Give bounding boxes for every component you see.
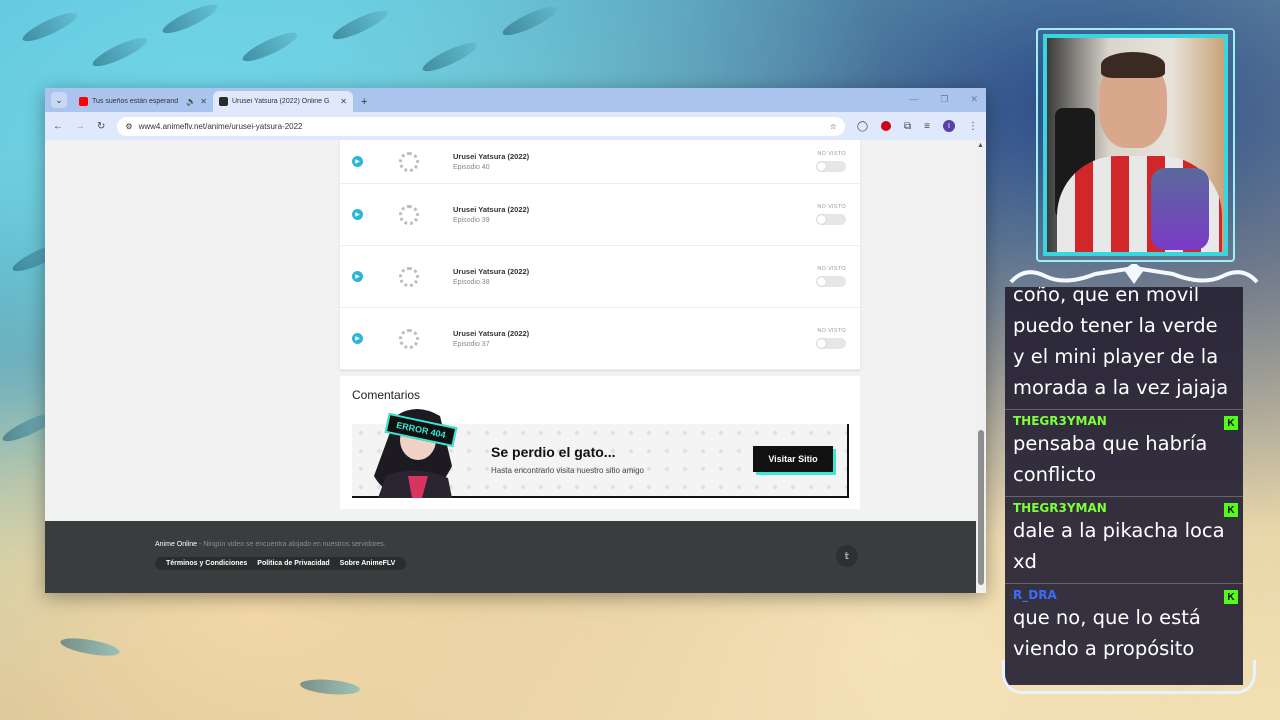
tab-close-icon[interactable]: ✕ bbox=[200, 97, 207, 106]
episode-row[interactable]: ▶ Urusei Yatsura (2022) Episodio 39 NO V… bbox=[340, 184, 860, 246]
episode-row[interactable]: ▶ Urusei Yatsura (2022) Episodio 38 NO V… bbox=[340, 246, 860, 308]
comments-heading: Comentarios bbox=[352, 388, 421, 402]
site-footer: Anime Online - Ningún video se encuentra… bbox=[45, 521, 976, 593]
stream-chat: coño, que en movil puedo tener la verde … bbox=[1005, 287, 1243, 685]
chat-message: coño, que en movil puedo tener la verde … bbox=[1005, 287, 1243, 409]
footer-notice: Anime Online - Ningún video se encuentra… bbox=[155, 541, 386, 548]
episode-number[interactable]: Episodio 39 bbox=[453, 217, 816, 224]
watch-status-label: NO VISTO bbox=[817, 266, 846, 272]
chat-username: THEGR3YMAN bbox=[1013, 501, 1107, 515]
episode-series-title[interactable]: Urusei Yatsura (2022) bbox=[453, 205, 816, 214]
maximize-icon[interactable]: ❐ bbox=[940, 94, 948, 105]
media-control-icon[interactable]: ≡ bbox=[924, 121, 930, 132]
episode-series-title[interactable]: Urusei Yatsura (2022) bbox=[453, 267, 816, 276]
loading-spinner-icon bbox=[399, 266, 419, 287]
scrollbar-thumb[interactable] bbox=[978, 430, 984, 585]
kick-badge-icon: K bbox=[1224, 590, 1238, 604]
watched-toggle[interactable] bbox=[816, 276, 846, 287]
extension-icons: ◯ ⧉ ≡ I ⋮ bbox=[857, 120, 978, 132]
chat-message-text: pensaba que habría conflicto bbox=[1013, 432, 1208, 486]
page-viewport: ▶ Urusei Yatsura (2022) Episodio 40 NO V… bbox=[45, 140, 976, 593]
close-window-icon[interactable]: ✕ bbox=[970, 94, 978, 105]
episode-number[interactable]: Episodio 37 bbox=[453, 341, 816, 348]
address-bar[interactable]: ⚙ www4.animeflv.net/anime/urusei-yatsura… bbox=[117, 116, 845, 136]
episode-number[interactable]: Episodio 40 bbox=[453, 164, 816, 171]
scroll-up-arrow-icon[interactable]: ▲ bbox=[977, 142, 984, 149]
kick-badge-icon: K bbox=[1224, 416, 1238, 430]
tab-youtube[interactable]: Tus sueños están esperand 🔊 ✕ bbox=[73, 91, 213, 112]
footer-links: Términos y Condiciones Política de Priva… bbox=[155, 557, 407, 570]
watched-toggle[interactable] bbox=[816, 214, 846, 225]
window-controls: — ❐ ✕ bbox=[909, 94, 978, 105]
tab-close-icon[interactable]: ✕ bbox=[340, 97, 347, 106]
url-text: www4.animeflv.net/anime/urusei-yatsura-2… bbox=[138, 121, 303, 131]
page-scrollbar[interactable]: ▲ bbox=[976, 140, 986, 593]
footer-brand[interactable]: Anime Online bbox=[155, 541, 197, 548]
chat-username: R_DRA bbox=[1013, 588, 1057, 602]
animeflv-favicon-icon bbox=[219, 97, 228, 106]
tab-title: Tus sueños están esperand bbox=[92, 98, 179, 105]
episode-row[interactable]: ▶ Urusei Yatsura (2022) Episodio 37 NO V… bbox=[340, 308, 860, 370]
play-icon[interactable]: ▶ bbox=[352, 156, 363, 167]
error-404-banner[interactable]: ERROR 404 Se perdio el gato... Hasta enc… bbox=[352, 409, 849, 498]
adblock-extension-icon[interactable] bbox=[881, 121, 892, 131]
watched-toggle[interactable] bbox=[816, 161, 846, 172]
watched-toggle[interactable] bbox=[816, 338, 846, 349]
browser-window: ⌄ Tus sueños están esperand 🔊 ✕ Urusei Y… bbox=[45, 88, 986, 593]
episode-list: ▶ Urusei Yatsura (2022) Episodio 40 NO V… bbox=[340, 140, 860, 370]
watch-status-label: NO VISTO bbox=[817, 328, 846, 334]
footer-disclaimer: - Ningún video se encuentra alojado en n… bbox=[197, 541, 386, 548]
episode-series-title[interactable]: Urusei Yatsura (2022) bbox=[453, 152, 816, 161]
webcam-feed bbox=[1043, 34, 1228, 256]
speaker-icon[interactable]: 🔊 bbox=[186, 97, 196, 106]
episode-series-title[interactable]: Urusei Yatsura (2022) bbox=[453, 329, 816, 338]
tab-animeflv[interactable]: Urusei Yatsura (2022) Online G ✕ bbox=[213, 91, 353, 112]
footer-link-about[interactable]: Sobre AnimeFLV bbox=[335, 560, 401, 567]
play-icon[interactable]: ▶ bbox=[352, 333, 363, 344]
chat-username: THEGR3YMAN bbox=[1013, 414, 1107, 428]
microphone-icon bbox=[1151, 168, 1209, 250]
banner-headline: Se perdio el gato... bbox=[491, 444, 616, 460]
site-info-icon[interactable]: ⚙ bbox=[125, 122, 132, 131]
anime-character-illustration: ERROR 404 bbox=[356, 406, 474, 498]
footer-link-terms[interactable]: Términos y Condiciones bbox=[161, 560, 252, 567]
watch-status-label: NO VISTO bbox=[817, 204, 846, 210]
loading-spinner-icon bbox=[399, 204, 419, 225]
chat-message: R_DRA K que no, que lo está viendo a pro… bbox=[1005, 584, 1243, 670]
bookmark-star-icon[interactable]: ☆ bbox=[830, 122, 837, 131]
tab-title: Urusei Yatsura (2022) Online G bbox=[232, 98, 330, 105]
tab-search-menu-icon[interactable]: ⌄ bbox=[51, 92, 67, 108]
chat-message-text: que no, que lo está viendo a propósito bbox=[1013, 606, 1201, 660]
chat-message: THEGR3YMAN K dale a la pikacha loca xd bbox=[1005, 497, 1243, 584]
back-icon[interactable]: ← bbox=[53, 121, 63, 132]
comments-section: Comentarios ERROR 404 Se perdio el gato.… bbox=[340, 376, 860, 509]
profile-avatar-icon[interactable]: I bbox=[943, 120, 955, 132]
new-tab-button[interactable]: + bbox=[361, 96, 367, 108]
episode-number[interactable]: Episodio 38 bbox=[453, 279, 816, 286]
lens-icon[interactable]: ◯ bbox=[857, 121, 868, 132]
play-icon[interactable]: ▶ bbox=[352, 209, 363, 220]
twitter-icon[interactable]: 𝕥 bbox=[836, 545, 858, 567]
chat-message-text: coño, que en movil puedo tener la verde … bbox=[1013, 287, 1229, 399]
minimize-icon[interactable]: — bbox=[909, 94, 918, 105]
kebab-menu-icon[interactable]: ⋮ bbox=[968, 121, 978, 132]
episode-row[interactable]: ▶ Urusei Yatsura (2022) Episodio 40 NO V… bbox=[340, 140, 860, 184]
loading-spinner-icon bbox=[399, 151, 419, 172]
footer-link-privacy[interactable]: Política de Privacidad bbox=[252, 560, 334, 567]
youtube-favicon-icon bbox=[79, 97, 88, 106]
loading-spinner-icon bbox=[399, 328, 419, 349]
kick-badge-icon: K bbox=[1224, 503, 1238, 517]
reload-icon[interactable]: ↻ bbox=[97, 121, 105, 132]
browser-toolbar: ← → ↻ ⚙ www4.animeflv.net/anime/urusei-y… bbox=[45, 112, 986, 140]
extensions-puzzle-icon[interactable]: ⧉ bbox=[904, 121, 911, 132]
chat-message-text: dale a la pikacha loca xd bbox=[1013, 519, 1225, 573]
visit-site-button[interactable]: Visitar Sitio bbox=[753, 446, 833, 472]
forward-icon[interactable]: → bbox=[75, 121, 85, 132]
tab-bar: ⌄ Tus sueños están esperand 🔊 ✕ Urusei Y… bbox=[45, 88, 986, 112]
chat-message: THEGR3YMAN K pensaba que habría conflict… bbox=[1005, 409, 1243, 497]
banner-subtext: Hasta encontrarlo visita nuestro sitio a… bbox=[491, 466, 644, 475]
watch-status-label: NO VISTO bbox=[817, 151, 846, 157]
play-icon[interactable]: ▶ bbox=[352, 271, 363, 282]
